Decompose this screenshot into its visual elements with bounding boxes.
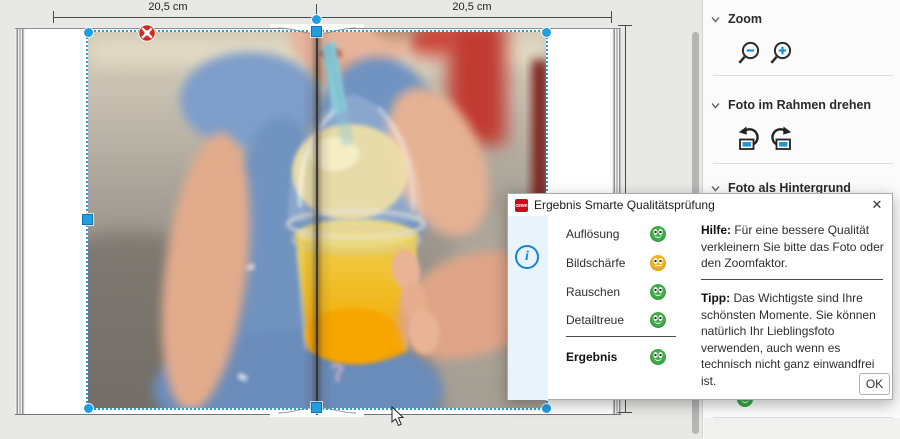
selection-handle-top-left[interactable]	[84, 28, 93, 37]
rotate-left-button[interactable]	[735, 124, 763, 152]
zoom-out-icon	[738, 41, 760, 64]
result-row-label: Ergebnis	[566, 350, 618, 364]
tip-text: Tipp: Das Wichtigste sind Ihre schönsten…	[701, 290, 885, 389]
tip-lead: Tipp:	[701, 291, 731, 305]
quality-row-label: Rauschen	[566, 285, 621, 299]
book-spine	[316, 28, 318, 415]
tip-body: Das Wichtigste sind Ihre schönsten Momen…	[701, 291, 876, 388]
mouse-cursor	[391, 406, 405, 427]
ruler-horizontal-line	[53, 17, 612, 18]
selection-handle-mid-top[interactable]	[311, 26, 322, 37]
rotate-left-icon	[738, 126, 759, 150]
selection-handle-mid-left[interactable]	[82, 214, 93, 225]
ruler-tick-right	[611, 11, 612, 23]
ok-button[interactable]: OK	[859, 373, 890, 395]
quality-warning-icon[interactable]	[138, 24, 156, 42]
selection-rotate-handle[interactable]	[312, 15, 321, 24]
rotate-right-button[interactable]	[767, 124, 795, 152]
section-title-zoom: Zoom	[728, 12, 763, 26]
quality-smiley-icon	[650, 284, 666, 300]
ruler-tick-left	[53, 11, 54, 23]
rotate-right-icon	[771, 126, 792, 150]
chevron-down-icon	[711, 102, 720, 109]
sidebar-footer-area	[704, 418, 900, 439]
quality-smiley-icon	[650, 312, 666, 328]
section-title-rotate: Foto im Rahmen drehen	[728, 98, 872, 112]
ruler-width-right-label: 20,5 cm	[452, 1, 492, 13]
quality-smiley-icon	[650, 255, 666, 271]
selection-handle-top-right[interactable]	[542, 28, 551, 37]
zoom-in-button[interactable]	[767, 39, 795, 67]
result-smiley-icon	[650, 349, 666, 365]
sidebar-divider-2	[713, 163, 893, 164]
dialog-title: Ergebnis Smarte Qualitätsprüfung	[534, 198, 715, 212]
section-header-zoom[interactable]: Zoom	[711, 10, 897, 28]
quality-row-label: Auflösung	[566, 227, 620, 241]
info-icon: i	[515, 245, 539, 269]
help-text: Hilfe: Für eine bessere Qualität verklei…	[701, 222, 885, 272]
zoom-in-icon	[770, 41, 792, 64]
selection-handle-bottom-right[interactable]	[542, 404, 551, 413]
selection-handle-bottom-left[interactable]	[84, 404, 93, 413]
ruler-vertical-tick-top	[618, 25, 632, 26]
ruler-vertical-tick-bottom	[618, 412, 632, 413]
help-lead: Hilfe:	[701, 223, 731, 237]
sidebar-divider-1	[713, 75, 893, 76]
dialog-text-divider	[701, 279, 883, 280]
zoom-out-button[interactable]	[735, 39, 763, 67]
dialog-info-strip: i	[508, 216, 548, 400]
chevron-down-icon	[711, 185, 720, 192]
chevron-down-icon	[711, 16, 720, 23]
quality-row-label: Bildschärfe	[566, 256, 626, 270]
selection-handle-mid-bottom[interactable]	[311, 402, 322, 413]
quality-row-label: Detailtreue	[566, 313, 625, 327]
cewe-logo-icon: cewe	[515, 199, 528, 212]
quality-check-dialog: cewe Ergebnis Smarte Qualitätsprüfung ✕ …	[507, 193, 893, 400]
close-icon[interactable]: ✕	[866, 194, 888, 216]
dialog-titlebar[interactable]: cewe Ergebnis Smarte Qualitätsprüfung ✕	[508, 194, 892, 216]
section-header-rotate[interactable]: Foto im Rahmen drehen	[711, 96, 897, 114]
dialog-result-divider	[566, 336, 676, 337]
book-left-page-stack	[15, 28, 25, 415]
ruler-width-left-label: 20,5 cm	[148, 1, 188, 13]
quality-smiley-icon	[650, 226, 666, 242]
